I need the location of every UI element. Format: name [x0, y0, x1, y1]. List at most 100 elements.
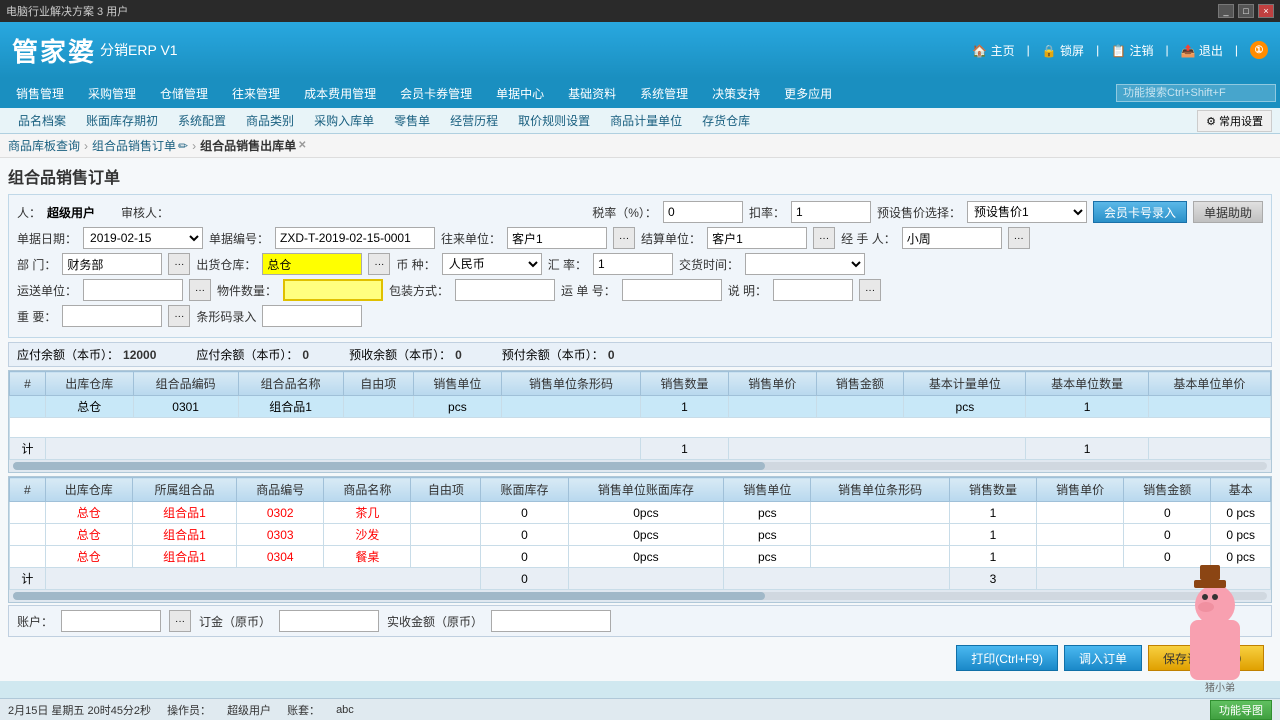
main-table: # 出库仓库 组合品编码 组合品名称 自由项 销售单位 销售单位条形码 销售数量… — [9, 371, 1271, 460]
currency-select[interactable]: 人民币 — [442, 253, 542, 275]
sub-nav-unit[interactable]: 商品计量单位 — [600, 108, 692, 134]
nav-more[interactable]: 更多应用 — [772, 78, 844, 108]
dth-no: # — [10, 478, 46, 502]
remark-dots-btn[interactable]: ··· — [859, 279, 881, 301]
settlement-input[interactable] — [707, 227, 807, 249]
sub-nav-stock-init[interactable]: 账面库存期初 — [76, 108, 168, 134]
drd-qty: 1 — [949, 502, 1036, 524]
pack-input[interactable] — [455, 279, 555, 301]
important-input[interactable] — [62, 305, 162, 327]
nav-purchase[interactable]: 采购管理 — [76, 78, 148, 108]
nav-transactions[interactable]: 往来管理 — [220, 78, 292, 108]
dept-dots-btn[interactable]: ··· — [168, 253, 190, 275]
maximize-btn[interactable]: □ — [1238, 4, 1254, 18]
receivable-value: 0 — [302, 348, 309, 362]
discount-input[interactable] — [791, 201, 871, 223]
breadcrumb-combo-order[interactable]: 组合品销售订单 ✏ — [92, 137, 188, 154]
detail-row-3[interactable]: 总仓 组合品1 0304 餐桌 0 0pcs pcs 1 0 0 pcs — [10, 546, 1271, 568]
info-icon[interactable]: ① — [1250, 41, 1268, 59]
dept-input[interactable] — [62, 253, 162, 275]
shipping-input[interactable] — [83, 279, 183, 301]
order-input[interactable] — [279, 610, 379, 632]
barcode-input[interactable] — [262, 305, 362, 327]
delivery-label: 交货时间： — [679, 256, 739, 273]
handler-input[interactable] — [902, 227, 1002, 249]
nav-orders[interactable]: 单据中心 — [484, 78, 556, 108]
minimize-btn[interactable]: _ — [1218, 4, 1234, 18]
settlement-dots-btn[interactable]: ··· — [813, 227, 835, 249]
drd-price — [1037, 502, 1124, 524]
shipping-no-input[interactable] — [622, 279, 722, 301]
home-link[interactable]: 🏠 主页 — [972, 42, 1014, 59]
handler-dots-btn[interactable]: ··· — [1008, 227, 1030, 249]
date-label: 单据日期： — [17, 230, 77, 247]
drd-combo: 组合品1 — [132, 502, 236, 524]
nav-warehouse[interactable]: 仓储管理 — [148, 78, 220, 108]
lock-link[interactable]: 🔒 锁屏 — [1042, 42, 1084, 59]
breadcrumb-close-btn[interactable]: ✕ — [298, 140, 306, 151]
sub-nav-items[interactable]: 品名档案 — [8, 108, 76, 134]
detail-row-1[interactable]: 总仓 组合品1 0302 茶几 0 0pcs pcs 1 0 0 pcs — [10, 502, 1271, 524]
sub-nav-price-rules[interactable]: 取价规则设置 — [508, 108, 600, 134]
form-row-3: 部 门： ··· 出货仓库： ··· 币 种： 人民币 汇 率： 交货时间： — [17, 253, 1263, 275]
nav-basic[interactable]: 基础资料 — [556, 78, 628, 108]
warehouse-input[interactable] — [262, 253, 362, 275]
sub-nav-warehouse[interactable]: 存货仓库 — [692, 108, 760, 134]
status-operator-label: 操作员： — [167, 702, 211, 718]
detail-row-2[interactable]: 总仓 组合品1 0303 沙发 0 0pcs pcs 1 0 0 pcs — [10, 524, 1271, 546]
to-dots-btn[interactable]: ··· — [613, 227, 635, 249]
warehouse-dots-btn[interactable]: ··· — [368, 253, 390, 275]
th-base-price: 基本单位单价 — [1148, 372, 1270, 396]
important-dots-btn[interactable]: ··· — [168, 305, 190, 327]
import-btn[interactable]: 调入订单 — [1064, 645, 1142, 671]
audit-label: 审核人： — [121, 204, 169, 221]
account-label: 账户： — [17, 613, 53, 630]
shipping-dots-btn[interactable]: ··· — [189, 279, 211, 301]
sub-nav-retail[interactable]: 零售单 — [384, 108, 440, 134]
pre-pay-item: 预付余额（本币）： 0 — [502, 346, 615, 363]
main-table-scrollbar[interactable] — [9, 460, 1271, 472]
remark-input[interactable] — [773, 279, 853, 301]
tax-input[interactable] — [663, 201, 743, 223]
member-card-btn[interactable]: 会员卡号录入 — [1093, 201, 1187, 223]
remark-label: 说 明： — [728, 282, 767, 299]
print-btn[interactable]: 打印(Ctrl+F9) — [956, 645, 1058, 671]
sep2: | — [1096, 43, 1099, 57]
sub-nav-category[interactable]: 商品类别 — [236, 108, 304, 134]
delivery-select[interactable] — [745, 253, 865, 275]
sub-nav-purchase-in[interactable]: 采购入库单 — [304, 108, 384, 134]
nav-membership[interactable]: 会员卡券管理 — [388, 78, 484, 108]
nav-decisions[interactable]: 决策支持 — [700, 78, 772, 108]
exchange-input[interactable] — [593, 253, 673, 275]
to-input[interactable] — [507, 227, 607, 249]
breadcrumb-combo-out[interactable]: 组合品销售出库单 ✕ — [200, 137, 306, 154]
drd2-price — [1037, 524, 1124, 546]
detail-scrollbar-track[interactable] — [13, 592, 1267, 600]
drd3-amount: 0 — [1124, 546, 1211, 568]
nav-costs[interactable]: 成本费用管理 — [292, 78, 388, 108]
number-input[interactable] — [275, 227, 435, 249]
detail-table-scrollbar[interactable] — [9, 590, 1271, 602]
account-input[interactable] — [61, 610, 161, 632]
breadcrumb-stock-query[interactable]: 商品库板查询 — [8, 137, 80, 154]
scrollbar-track[interactable] — [13, 462, 1267, 470]
nav-search-input[interactable] — [1116, 84, 1276, 102]
payable-label: 应付余额（本币）： — [17, 346, 119, 363]
table-row[interactable]: 总仓 0301 组合品1 pcs 1 pcs 1 — [10, 396, 1271, 418]
sub-nav-config[interactable]: 系统配置 — [168, 108, 236, 134]
help-map-btn[interactable]: 功能导图 — [1210, 700, 1272, 720]
nav-sales[interactable]: 销售管理 — [4, 78, 76, 108]
settings-btn[interactable]: ⚙ 常用设置 — [1197, 110, 1272, 132]
account-dots-btn[interactable]: ··· — [169, 610, 191, 632]
help-btn[interactable]: 单据助助 — [1193, 201, 1263, 223]
nav-system[interactable]: 系统管理 — [628, 78, 700, 108]
received-input[interactable] — [491, 610, 611, 632]
logout-link[interactable]: 📋 注销 — [1111, 42, 1153, 59]
close-btn[interactable]: × — [1258, 4, 1274, 18]
td-barcode — [501, 396, 640, 418]
date-select[interactable]: 2019-02-15 — [83, 227, 203, 249]
quantity-input[interactable] — [283, 279, 383, 301]
exit-link[interactable]: 📤 退出 — [1181, 42, 1223, 59]
sub-nav-history[interactable]: 经营历程 — [440, 108, 508, 134]
price-select[interactable]: 预设售价1 — [967, 201, 1087, 223]
